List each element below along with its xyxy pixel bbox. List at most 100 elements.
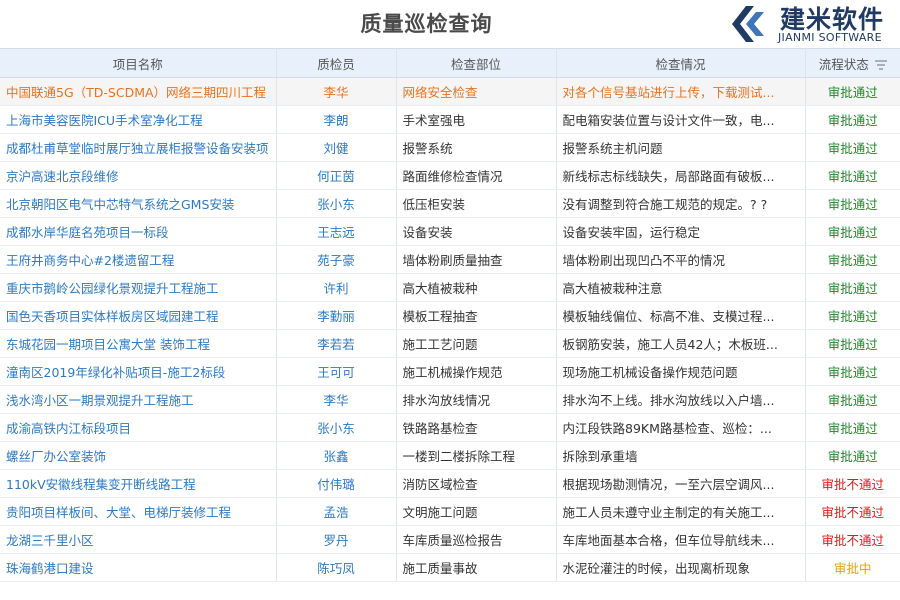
inspection-part-cell: 文明施工问题 <box>396 497 557 526</box>
inspector-cell: 王可可 <box>276 357 397 386</box>
project-name-cell[interactable]: 螺丝厂办公室装饰 <box>0 441 277 470</box>
table-row[interactable]: 龙湖三千里小区 罗丹 车库质量巡检报告 车库地面基本合格，但车位导航线未... 审批不通… <box>0 525 900 554</box>
status-cell: 审批不通过 <box>805 497 900 526</box>
column-header-project[interactable]: 项目名称 <box>0 48 277 78</box>
inspection-table-container[interactable]: 项目名称 质检员 检查部位 检查情况 流程状态 中国联通5G（TD-SCDMA）… <box>0 48 900 600</box>
table-row[interactable]: 珠海鹤港口建设 陈巧凤 施工质量事故 水泥砼灌注的时候，出现离析现象 审批中 <box>0 553 900 582</box>
column-header-part[interactable]: 检查部位 <box>396 48 557 78</box>
column-header-situation[interactable]: 检查情况 <box>556 48 806 78</box>
table-row[interactable]: 浅水湾小区一期景观提升工程施工 李华 排水沟放线情况 排水沟不上线。排水沟放线以入户墙… <box>0 385 900 414</box>
inspector-cell: 张鑫 <box>276 441 397 470</box>
inspector-cell: 李若若 <box>276 329 397 358</box>
status-cell: 审批不通过 <box>805 525 900 554</box>
table-row[interactable]: 东城花园一期项目公寓大堂 装饰工程 李若若 施工工艺问题 板钢筋安装，施工人员42人；… <box>0 329 900 358</box>
inspection-part-cell: 网络安全检查 <box>396 77 557 106</box>
project-name-cell[interactable]: 重庆市鹅岭公园绿化景观提升工程施工 <box>0 273 277 302</box>
inspection-situation-cell: 配电箱安装位置与设计文件一致，电... <box>556 105 806 134</box>
inspector-cell: 刘健 <box>276 133 397 162</box>
project-name-cell[interactable]: 龙湖三千里小区 <box>0 525 277 554</box>
status-cell: 审批通过 <box>805 413 900 442</box>
project-name-cell[interactable]: 贵阳项目样板间、大堂、电梯厅装修工程 <box>0 497 277 526</box>
status-cell: 审批通过 <box>805 301 900 330</box>
table-row[interactable]: 京沪高速北京段维修 何正茵 路面维修检查情况 新线标志标线缺失，局部路面有破板... 审… <box>0 161 900 190</box>
inspection-part-cell: 高大植被栽种 <box>396 273 557 302</box>
inspection-part-cell: 低压柜安装 <box>396 189 557 218</box>
project-name-cell[interactable]: 北京朝阳区电气中芯特气系统之GMS安装 <box>0 189 277 218</box>
inspection-situation-cell: 水泥砼灌注的时候，出现离析现象 <box>556 553 806 582</box>
table-row[interactable]: 北京朝阳区电气中芯特气系统之GMS安装 张小东 低压柜安装 没有调整到符合施工规范的规… <box>0 189 900 218</box>
inspection-part-cell: 一楼到二楼拆除工程 <box>396 441 557 470</box>
inspection-part-cell: 设备安装 <box>396 217 557 246</box>
status-cell: 审批通过 <box>805 385 900 414</box>
filter-sort-icon[interactable] <box>874 60 887 70</box>
status-cell: 审批通过 <box>805 217 900 246</box>
inspector-cell: 李华 <box>276 385 397 414</box>
inspection-part-cell: 施工机械操作规范 <box>396 357 557 386</box>
inspector-cell: 王志远 <box>276 217 397 246</box>
inspection-situation-cell: 报警系统主机问题 <box>556 133 806 162</box>
table-row[interactable]: 110kV安徽线程集变开断线路工程 付伟璐 消防区域检查 根据现场勘测情况，一至六层空… <box>0 469 900 498</box>
inspection-situation-cell: 模板轴线偏位、标高不准、支模过程... <box>556 301 806 330</box>
inspector-cell: 付伟璐 <box>276 469 397 498</box>
project-name-cell[interactable]: 王府井商务中心#2楼遗留工程 <box>0 245 277 274</box>
inspection-situation-cell: 对各个信号基站进行上传，下载测试... <box>556 77 806 106</box>
project-name-cell[interactable]: 成渝高铁内江标段项目 <box>0 413 277 442</box>
inspector-cell: 许利 <box>276 273 397 302</box>
inspection-part-cell: 排水沟放线情况 <box>396 385 557 414</box>
inspector-cell: 张小东 <box>276 189 397 218</box>
project-name-cell[interactable]: 潼南区2019年绿化补贴项目-施工2标段 <box>0 357 277 386</box>
status-cell: 审批通过 <box>805 105 900 134</box>
table-row[interactable]: 重庆市鹅岭公园绿化景观提升工程施工 许利 高大植被栽种 高大植被栽种注意 审批通过 <box>0 273 900 302</box>
inspection-part-cell: 铁路路基检查 <box>396 413 557 442</box>
table-row[interactable]: 成都杜甫草堂临时展厅独立展柜报警设备安装项 刘健 报警系统 报警系统主机问题 审批通过 <box>0 133 900 162</box>
column-header-status[interactable]: 流程状态 <box>805 48 900 78</box>
project-name-cell[interactable]: 110kV安徽线程集变开断线路工程 <box>0 469 277 498</box>
project-name-cell[interactable]: 珠海鹤港口建设 <box>0 553 277 582</box>
inspection-part-cell: 报警系统 <box>396 133 557 162</box>
project-name-cell[interactable]: 成都杜甫草堂临时展厅独立展柜报警设备安装项 <box>0 133 277 162</box>
table-row[interactable]: 王府井商务中心#2楼遗留工程 苑子豪 墙体粉刷质量抽查 墙体粉刷出现凹凸不平的情况 审批… <box>0 245 900 274</box>
inspector-cell: 李华 <box>276 77 397 106</box>
status-cell: 审批通过 <box>805 161 900 190</box>
status-cell: 审批通过 <box>805 441 900 470</box>
inspection-part-cell: 墙体粉刷质量抽查 <box>396 245 557 274</box>
table-row[interactable]: 潼南区2019年绿化补贴项目-施工2标段 王可可 施工机械操作规范 现场施工机械设备操… <box>0 357 900 386</box>
project-name-cell[interactable]: 浅水湾小区一期景观提升工程施工 <box>0 385 277 414</box>
inspector-cell: 张小东 <box>276 413 397 442</box>
project-name-cell[interactable]: 国色天香项目实体样板房区域园建工程 <box>0 301 277 330</box>
project-name-cell[interactable]: 上海市美容医院ICU手术室净化工程 <box>0 105 277 134</box>
table-row[interactable]: 成都水岸华庭名苑项目一标段 王志远 设备安装 设备安装牢固，运行稳定 审批通过 <box>0 217 900 246</box>
table-header-row: 项目名称 质检员 检查部位 检查情况 流程状态 <box>0 48 900 78</box>
table-row[interactable]: 贵阳项目样板间、大堂、电梯厅装修工程 孟浩 文明施工问题 施工人员未遵守业主制定的有关… <box>0 497 900 526</box>
inspector-cell: 李朗 <box>276 105 397 134</box>
project-name-cell[interactable]: 京沪高速北京段维修 <box>0 161 277 190</box>
status-cell: 审批通过 <box>805 189 900 218</box>
inspector-cell: 李勤丽 <box>276 301 397 330</box>
project-name-cell[interactable]: 成都水岸华庭名苑项目一标段 <box>0 217 277 246</box>
table-body: 中国联通5G（TD-SCDMA）网络三期四川工程 李华 网络安全检查 对各个信号基站进… <box>0 77 900 582</box>
inspection-situation-cell: 内江段铁路89KM路基检查、巡检：... <box>556 413 806 442</box>
inspection-part-cell: 模板工程抽查 <box>396 301 557 330</box>
page-header: 质量巡检查询 建米软件 JIANMI SOFTWARE <box>0 0 900 48</box>
jianmi-logo-icon <box>732 6 764 42</box>
project-name-cell[interactable]: 东城花园一期项目公寓大堂 装饰工程 <box>0 329 277 358</box>
inspection-situation-cell: 根据现场勘测情况，一至六层空调风... <box>556 469 806 498</box>
status-cell: 审批通过 <box>805 273 900 302</box>
project-name-cell[interactable]: 中国联通5G（TD-SCDMA）网络三期四川工程 <box>0 77 277 106</box>
inspection-situation-cell: 排水沟不上线。排水沟放线以入户墙... <box>556 385 806 414</box>
column-header-inspector[interactable]: 质检员 <box>276 48 397 78</box>
table-row[interactable]: 螺丝厂办公室装饰 张鑫 一楼到二楼拆除工程 拆除到承重墙 审批通过 <box>0 441 900 470</box>
table-row[interactable]: 成渝高铁内江标段项目 张小东 铁路路基检查 内江段铁路89KM路基检查、巡检：... 审… <box>0 413 900 442</box>
status-cell: 审批中 <box>805 553 900 582</box>
table-row[interactable]: 上海市美容医院ICU手术室净化工程 李朗 手术室强电 配电箱安装位置与设计文件一致，电… <box>0 105 900 134</box>
inspection-situation-cell: 设备安装牢固，运行稳定 <box>556 217 806 246</box>
table-row[interactable]: 国色天香项目实体样板房区域园建工程 李勤丽 模板工程抽查 模板轴线偏位、标高不准、支模… <box>0 301 900 330</box>
inspection-situation-cell: 拆除到承重墙 <box>556 441 806 470</box>
inspection-situation-cell: 板钢筋安装，施工人员42人；木板班... <box>556 329 806 358</box>
inspection-part-cell: 车库质量巡检报告 <box>396 525 557 554</box>
inspector-cell: 罗丹 <box>276 525 397 554</box>
inspection-table: 项目名称 质检员 检查部位 检查情况 流程状态 中国联通5G（TD-SCDMA）… <box>0 48 900 582</box>
inspection-situation-cell: 新线标志标线缺失，局部路面有破板... <box>556 161 806 190</box>
table-row[interactable]: 中国联通5G（TD-SCDMA）网络三期四川工程 李华 网络安全检查 对各个信号基站进… <box>0 77 900 106</box>
inspection-situation-cell: 高大植被栽种注意 <box>556 273 806 302</box>
